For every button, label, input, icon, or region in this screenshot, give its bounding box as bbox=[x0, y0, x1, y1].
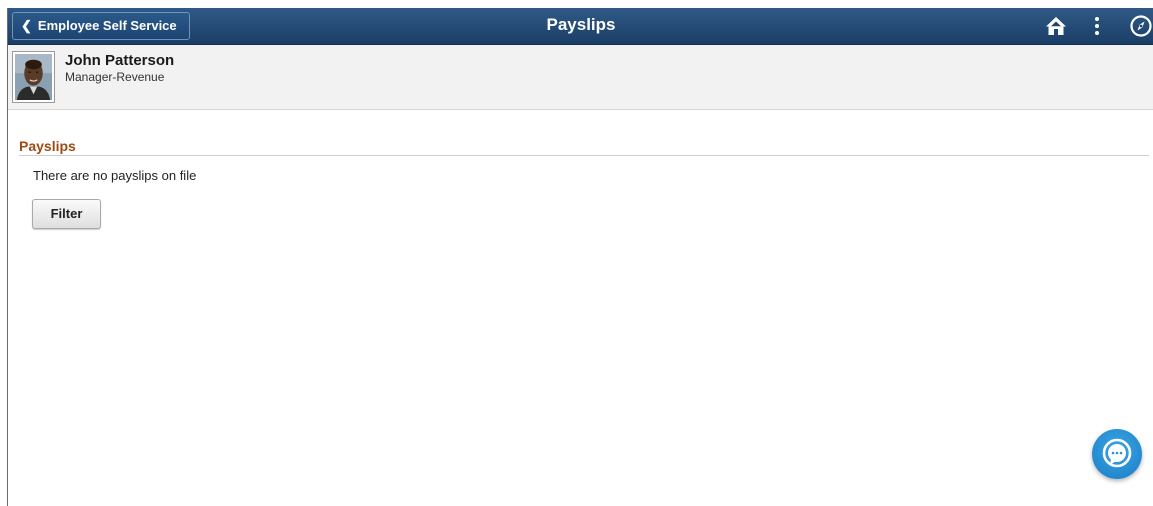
page-title: Payslips bbox=[546, 15, 616, 34]
compass-icon[interactable] bbox=[1129, 14, 1153, 38]
filter-button[interactable]: Filter bbox=[32, 199, 101, 229]
user-role: Manager-Revenue bbox=[65, 70, 165, 84]
page-frame: ❮ Employee Self Service Payslips John Pa… bbox=[7, 8, 1153, 506]
user-banner: John Patterson Manager-Revenue bbox=[8, 45, 1153, 110]
chat-bubble-icon bbox=[1102, 438, 1132, 468]
section-divider bbox=[19, 155, 1149, 156]
avatar bbox=[12, 51, 55, 103]
home-icon[interactable] bbox=[1044, 14, 1068, 38]
top-banner: ❮ Employee Self Service Payslips bbox=[8, 8, 1153, 45]
chat-button[interactable] bbox=[1092, 429, 1142, 479]
section-title: Payslips bbox=[19, 138, 76, 154]
user-name: John Patterson bbox=[65, 52, 175, 69]
vertical-dots-icon[interactable] bbox=[1092, 15, 1102, 37]
empty-message: There are no payslips on file bbox=[33, 168, 197, 183]
